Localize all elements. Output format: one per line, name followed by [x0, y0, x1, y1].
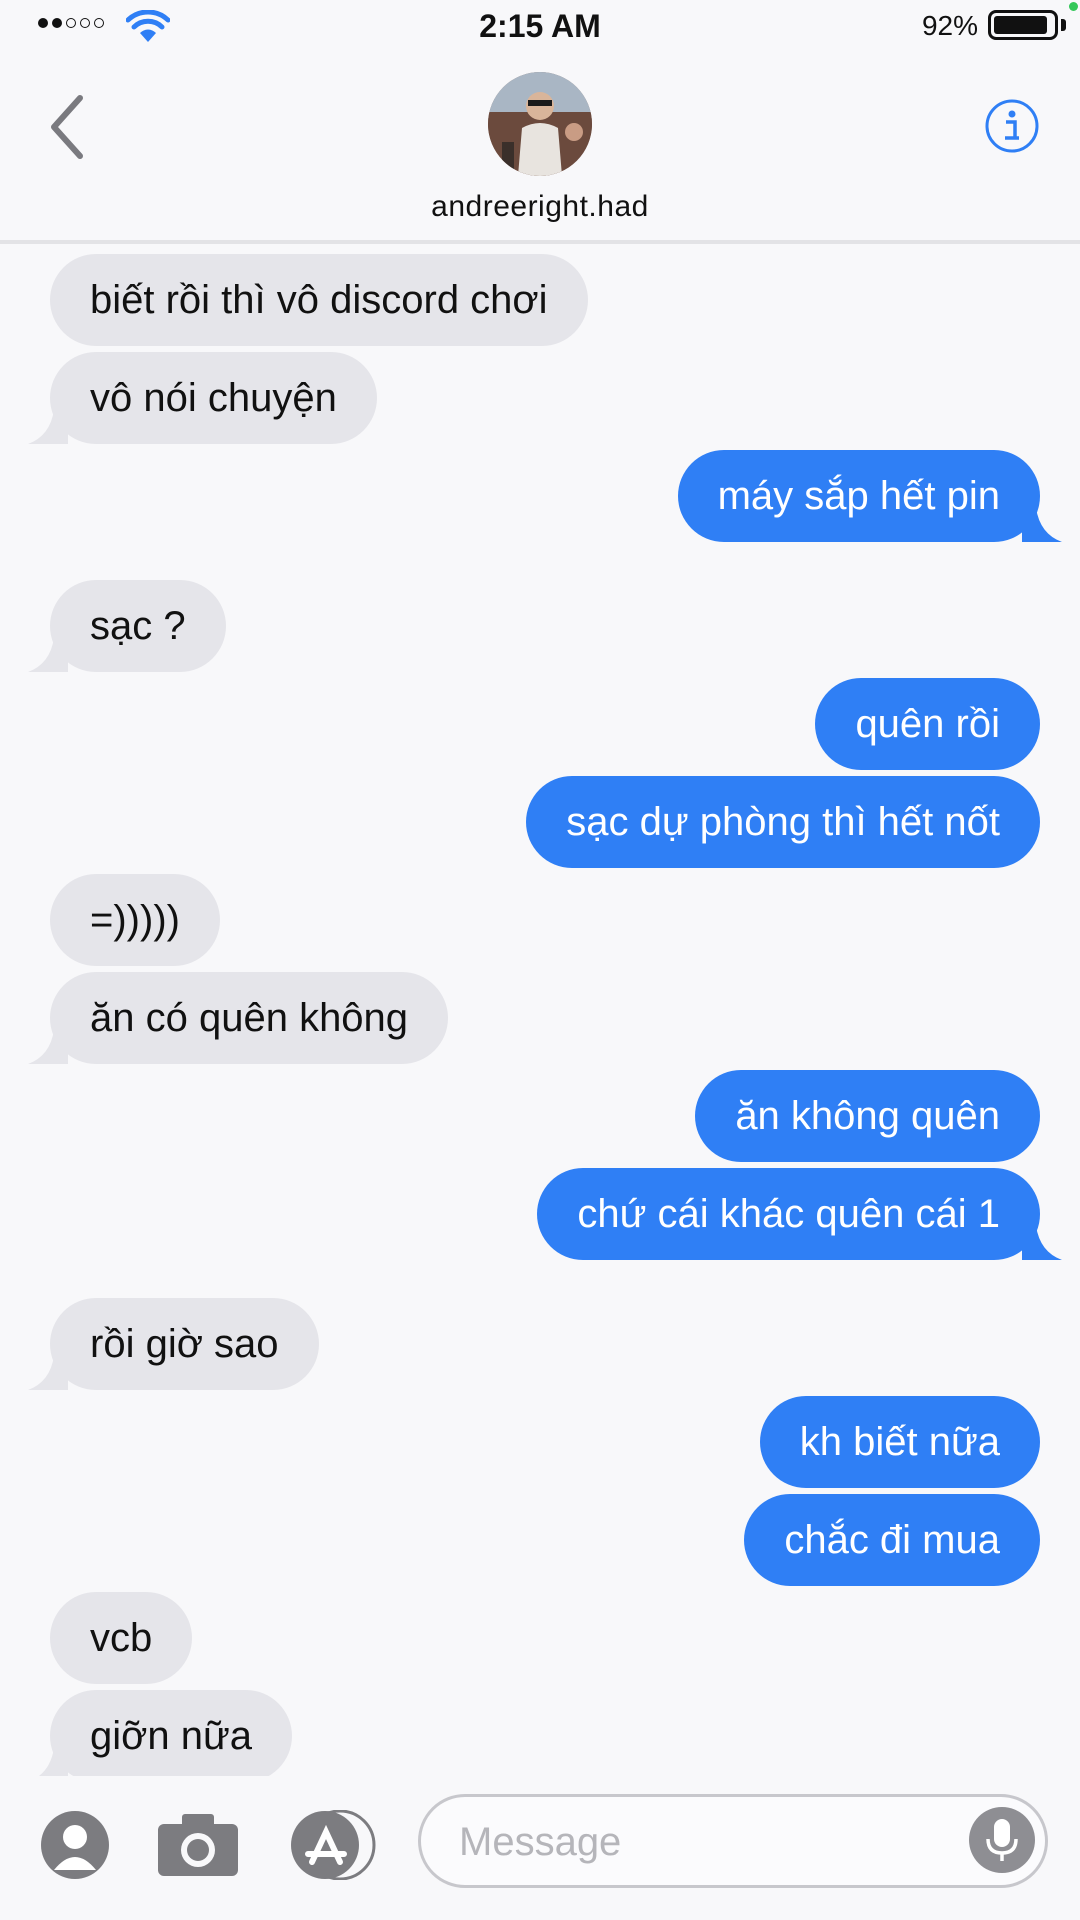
message-text: máy sắp hết pin: [717, 474, 1000, 518]
message-input[interactable]: [457, 1815, 901, 1869]
status-bar: 2:15 AM 92%: [0, 0, 1080, 52]
message-text: ăn có quên không: [90, 996, 409, 1040]
message-text: =))))): [90, 898, 180, 942]
message-text: vô nói chuyện: [90, 376, 337, 420]
info-icon[interactable]: [984, 98, 1040, 154]
outgoing-message-bubble[interactable]: máy sắp hết pin: [677, 450, 1062, 542]
bubble-tail: [28, 638, 68, 672]
incoming-message-bubble[interactable]: vcb: [50, 1592, 193, 1684]
status-time: 2:15 AM: [479, 8, 601, 44]
incoming-message-bubble[interactable]: sạc ?: [28, 580, 226, 672]
bubble-tail: [1022, 508, 1062, 542]
microphone-button[interactable]: [969, 1807, 1035, 1873]
message-text: kh biết nữa: [799, 1420, 1000, 1464]
battery-percent: 92%: [921, 10, 978, 41]
message-text: ăn không quên: [735, 1094, 1000, 1138]
message-text: chắc đi mua: [784, 1518, 1000, 1562]
camera-icon[interactable]: [156, 1812, 240, 1878]
outgoing-message-bubble[interactable]: kh biết nữa: [759, 1396, 1040, 1488]
conversation-header: andreeright.had: [0, 52, 1080, 244]
contact-icon[interactable]: [40, 1810, 110, 1880]
message-text: giỡn nữa: [90, 1714, 252, 1758]
message-text: sạc ?: [90, 604, 186, 648]
avatar[interactable]: [488, 72, 592, 176]
bubble-tail: [38, 1748, 68, 1776]
microphone-icon: [986, 1819, 1018, 1861]
contact-name[interactable]: andreeright.had: [0, 190, 1080, 224]
bubble-tail: [1022, 1226, 1062, 1260]
message-text: biết rồi thì vô discord chơi: [90, 278, 548, 322]
incoming-message-bubble[interactable]: rồi giờ sao: [28, 1298, 319, 1390]
message-text: vcb: [90, 1616, 153, 1660]
outgoing-message-bubble[interactable]: ăn không quên: [695, 1070, 1040, 1162]
composer-bar: [0, 1776, 1080, 1920]
message-text: rồi giờ sao: [90, 1322, 279, 1366]
message-input-box[interactable]: [418, 1794, 1048, 1888]
message-thread[interactable]: biết rồi thì vô discord chơi vô nói chuyệ…: [0, 248, 1080, 1776]
outgoing-message-bubble[interactable]: sạc dự phòng thì hết nốt: [526, 776, 1040, 868]
bubble-tail: [28, 1030, 68, 1064]
message-text: quên rồi: [855, 702, 1000, 746]
incoming-message-bubble[interactable]: vô nói chuyện: [28, 352, 377, 444]
battery-icon: [988, 10, 1058, 40]
app-store-icon[interactable]: [290, 1810, 380, 1880]
incoming-message-bubble[interactable]: biết rồi thì vô discord chơi: [50, 254, 588, 346]
bubble-tail: [28, 410, 68, 444]
incoming-message-bubble[interactable]: giỡn nữa: [38, 1690, 292, 1776]
incoming-message-bubble[interactable]: =))))): [50, 874, 220, 966]
outgoing-message-bubble[interactable]: quên rồi: [815, 678, 1040, 770]
message-text: chứ cái khác quên cái 1: [577, 1192, 1000, 1236]
message-text: sạc dự phòng thì hết nốt: [566, 800, 1000, 844]
indicator-dot: [1069, 2, 1078, 11]
battery-nub: [1061, 19, 1066, 31]
back-chevron-icon[interactable]: [44, 92, 92, 162]
outgoing-message-bubble[interactable]: chứ cái khác quên cái 1: [537, 1168, 1062, 1260]
incoming-message-bubble[interactable]: ăn có quên không: [28, 972, 449, 1064]
outgoing-message-bubble[interactable]: chắc đi mua: [744, 1494, 1040, 1586]
bubble-tail: [28, 1356, 68, 1390]
